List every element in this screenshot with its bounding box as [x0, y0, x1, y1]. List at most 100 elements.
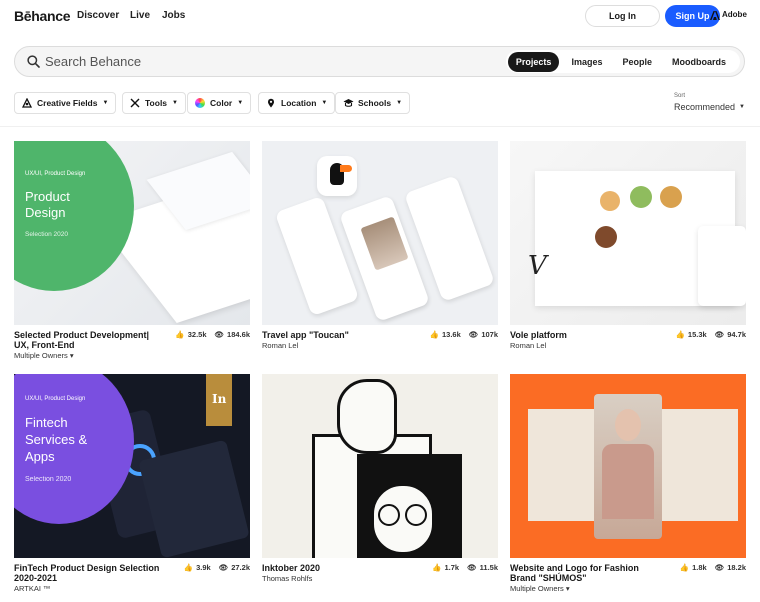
- top-header: Bēhance Discover Live Jobs Log In Sign U…: [0, 0, 760, 32]
- project-card[interactable]: Travel app "Toucan" Roman Lel 👍 13.6k 👁 10…: [262, 141, 498, 350]
- thumbs-up-icon: 👍: [432, 563, 442, 572]
- project-card[interactable]: In UX/UI, Product Design Fintech Service…: [14, 374, 250, 593]
- project-thumbnail[interactable]: [262, 374, 498, 558]
- thumbnail-heading: Fintech Services & Apps: [25, 415, 88, 464]
- glasses-icon: [378, 504, 400, 526]
- adobe-link[interactable]: Adobe: [710, 10, 747, 20]
- project-thumbnail[interactable]: [262, 141, 498, 325]
- project-title[interactable]: FinTech Product Design Selection 2020-20…: [14, 563, 164, 583]
- views-count: 👁 18.2k: [714, 563, 746, 572]
- project-owner[interactable]: Multiple Owners ▾: [14, 351, 250, 360]
- eye-icon: 👁: [714, 330, 725, 339]
- project-card[interactable]: V Vole platform Roman Lel 👍 15.3k 👁 94.7k: [510, 141, 746, 350]
- chevron-down-icon: ▼: [172, 100, 178, 106]
- project-stats: 👍 1.8k 👁 18.2k: [680, 563, 746, 572]
- project-thumbnail[interactable]: In UX/UI, Product Design Fintech Service…: [14, 374, 250, 558]
- filter-label: Schools: [358, 98, 392, 108]
- project-meta: Vole platform Roman Lel 👍 15.3k 👁 94.7k: [510, 330, 746, 350]
- project-title[interactable]: Inktober 2020: [262, 563, 412, 573]
- eye-icon: 👁: [467, 563, 477, 572]
- views-count: 👁 11.5k: [467, 563, 498, 572]
- food-image: [660, 186, 682, 208]
- thumbnail-subtitle: Selection 2020: [25, 476, 72, 483]
- filter-label: Creative Fields: [37, 98, 98, 108]
- creative-fields-icon: [21, 97, 33, 108]
- project-meta: FinTech Product Design Selection 2020-20…: [14, 563, 250, 593]
- filter-schools[interactable]: Schools ▼: [335, 92, 411, 114]
- project-owner[interactable]: ARTKAI ™: [14, 584, 250, 593]
- search-tabs: Projects Images People Moodboards: [505, 50, 740, 73]
- views-count: 👁 184.6k: [214, 330, 250, 339]
- project-owner[interactable]: Roman Lel: [262, 341, 498, 350]
- search-icon: [27, 55, 40, 73]
- adobe-label: Adobe: [722, 10, 747, 19]
- tab-projects[interactable]: Projects: [507, 51, 560, 72]
- filter-creative-fields[interactable]: Creative Fields ▼: [14, 92, 117, 114]
- food-image: [595, 226, 617, 248]
- chevron-down-icon: ▼: [739, 104, 745, 110]
- project-title[interactable]: Vole platform: [510, 330, 660, 340]
- dashboard-mockup: [138, 439, 250, 558]
- tools-icon: [130, 98, 140, 108]
- project-card[interactable]: Inktober 2020 Thomas Rohlfs 👍 1.7k 👁 11.5k: [262, 374, 498, 583]
- thumbs-up-icon: 👍: [679, 563, 690, 572]
- likes-count: 👍 1.7k: [432, 563, 460, 572]
- project-thumbnail[interactable]: UX/UI, Product Design Product Design Sel…: [14, 141, 250, 325]
- likes-count: 👍 13.6k: [429, 330, 461, 339]
- graduation-cap-icon: [343, 98, 354, 108]
- filter-label: Tools: [145, 98, 168, 108]
- project-stats: 👍 1.7k 👁 11.5k: [432, 563, 498, 572]
- project-title[interactable]: Selected Product Development| UX, Front-…: [14, 330, 164, 350]
- location-pin-icon: [266, 98, 276, 108]
- project-title[interactable]: Website and Logo for Fashion Brand "SHÚM…: [510, 563, 660, 583]
- toucan-beak: [340, 165, 352, 172]
- thumbs-up-icon: 👍: [183, 563, 194, 572]
- project-title[interactable]: Travel app "Toucan": [262, 330, 412, 340]
- tab-moodboards[interactable]: Moodboards: [664, 52, 734, 72]
- likes-count: 👍 15.3k: [675, 330, 707, 339]
- likes-count: 👍 1.8k: [679, 563, 707, 572]
- nav-live[interactable]: Live: [130, 10, 150, 21]
- divider: [0, 126, 760, 127]
- filter-label: Color: [210, 98, 233, 108]
- thumbs-up-icon: 👍: [175, 330, 185, 339]
- views-count: 👁 94.7k: [714, 330, 746, 339]
- tab-people[interactable]: People: [614, 52, 660, 72]
- project-card[interactable]: UX/UI, Product Design Product Design Sel…: [14, 141, 250, 360]
- project-stats: 👍 32.5k 👁 184.6k: [175, 330, 250, 339]
- project-meta: Website and Logo for Fashion Brand "SHÚM…: [510, 563, 746, 593]
- project-thumbnail[interactable]: V: [510, 141, 746, 325]
- project-owner[interactable]: Thomas Rohlfs: [262, 574, 498, 583]
- filter-label: Location: [281, 98, 317, 108]
- nav-discover[interactable]: Discover: [77, 10, 119, 21]
- search-input[interactable]: [45, 47, 515, 76]
- filter-location[interactable]: Location ▼: [258, 92, 336, 114]
- login-button[interactable]: Log In: [585, 5, 660, 27]
- behance-logo[interactable]: Bēhance: [14, 8, 71, 24]
- adobe-icon: [710, 10, 720, 20]
- project-owner[interactable]: Multiple Owners ▾: [510, 584, 746, 593]
- thumbnail-subtitle: Selection 2020: [25, 231, 69, 238]
- nav-jobs[interactable]: Jobs: [162, 10, 185, 21]
- badge-text: In: [212, 392, 227, 406]
- likes-count: 👍 3.9k: [183, 563, 211, 572]
- project-stats: 👍 3.9k 👁 27.2k: [184, 563, 250, 572]
- tab-images[interactable]: Images: [563, 52, 610, 72]
- views-count: 👁 107k: [468, 330, 498, 339]
- project-card[interactable]: Website and Logo for Fashion Brand "SHÚM…: [510, 374, 746, 593]
- chevron-down-icon: ▼: [102, 100, 109, 106]
- eye-icon: 👁: [218, 563, 229, 572]
- search-bar: Projects Images People Moodboards: [14, 46, 745, 77]
- color-wheel-icon: [195, 98, 205, 108]
- filter-tools[interactable]: Tools ▼: [122, 92, 186, 114]
- project-stats: 👍 13.6k 👁 107k: [430, 330, 498, 339]
- filter-color[interactable]: Color ▼: [187, 92, 252, 114]
- eye-icon: 👁: [468, 330, 479, 339]
- sort-dropdown[interactable]: Recommended ▼: [674, 102, 745, 112]
- vole-logo: V: [528, 251, 547, 281]
- project-thumbnail[interactable]: [510, 374, 746, 558]
- project-stats: 👍 15.3k 👁 94.7k: [676, 330, 746, 339]
- thumbnail-kicker: UX/UI, Product Design: [25, 171, 86, 177]
- project-owner[interactable]: Roman Lel: [510, 341, 746, 350]
- model-sweater: [602, 444, 654, 519]
